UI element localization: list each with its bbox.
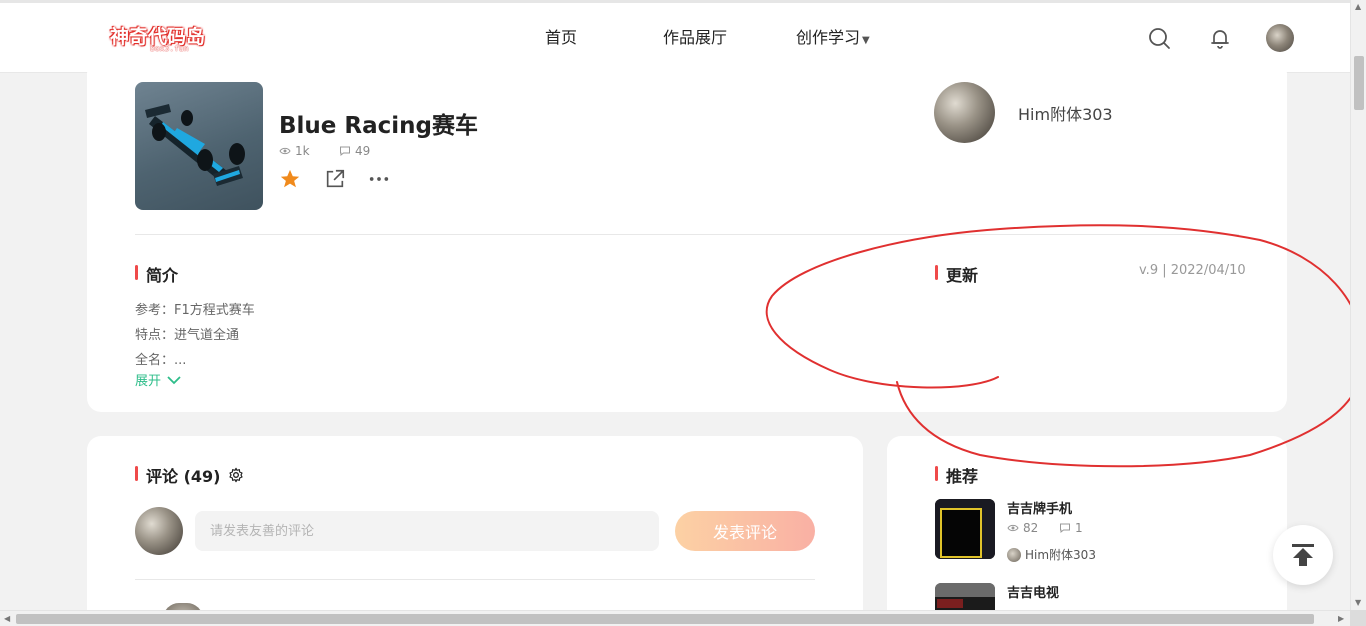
current-user-avatar bbox=[135, 507, 183, 555]
nav-home[interactable]: 首页 bbox=[545, 24, 577, 48]
scroll-up-icon[interactable]: ▲ bbox=[1355, 2, 1361, 11]
version-info: v.9 | 2022/04/10 bbox=[1139, 263, 1246, 278]
update-heading: 更新 bbox=[935, 262, 978, 286]
recommend-title[interactable]: 吉吉电视 bbox=[1007, 582, 1059, 601]
recommend-thumbnail[interactable] bbox=[935, 583, 995, 610]
comment-divider bbox=[135, 579, 815, 580]
tv-image bbox=[935, 583, 995, 610]
recommend-heading: 推荐 bbox=[935, 463, 978, 487]
recommend-author-avatar bbox=[1007, 547, 1021, 562]
race-car-image bbox=[145, 104, 245, 186]
comment-icon bbox=[1060, 523, 1070, 534]
comments-heading-text: 评论 (49) bbox=[146, 467, 221, 486]
recommend-title[interactable]: 吉吉牌手机 bbox=[1007, 498, 1072, 517]
scroll-down-icon[interactable]: ▼ bbox=[1355, 598, 1361, 607]
intro-heading: 简介 bbox=[135, 262, 178, 286]
views-stat: 1k bbox=[279, 144, 310, 158]
recommend-comments-count: 1 bbox=[1075, 521, 1083, 535]
section-divider bbox=[135, 234, 1239, 235]
star-icon[interactable] bbox=[279, 168, 301, 190]
project-thumbnail bbox=[135, 82, 263, 210]
horizontal-scrollbar[interactable]: ◀ ▶ bbox=[0, 610, 1350, 626]
phone-image bbox=[935, 499, 995, 559]
intro-line: 参考：F1方程式赛车 bbox=[135, 303, 255, 318]
author-avatar[interactable] bbox=[934, 82, 995, 143]
scrollbar-corner bbox=[1350, 610, 1366, 626]
recommend-author[interactable]: Him附体303 bbox=[1007, 546, 1096, 563]
vertical-scroll-thumb[interactable] bbox=[1354, 56, 1364, 110]
bell-icon[interactable] bbox=[1208, 26, 1232, 50]
views-count: 1k bbox=[295, 144, 310, 158]
comments-stat: 49 bbox=[339, 144, 370, 158]
expand-label: 展开 bbox=[135, 374, 162, 389]
recommend-thumbnail[interactable] bbox=[935, 499, 995, 559]
post-comment-button[interactable]: 发表评论 bbox=[675, 511, 815, 551]
nav-learning-label: 创作学习 bbox=[796, 28, 861, 47]
comment-input[interactable] bbox=[195, 511, 659, 551]
intro-line: 全名：... bbox=[135, 353, 187, 368]
site-logo[interactable]: 神奇代码岛 box3.fun bbox=[106, 20, 205, 54]
vertical-scrollbar[interactable]: ▲ ▼ bbox=[1350, 0, 1366, 610]
arrow-up-icon bbox=[1292, 544, 1314, 566]
intro-line: 特点：进气道全通 bbox=[135, 328, 240, 343]
logo-subtext: box3.fun bbox=[150, 44, 189, 53]
settings-gear-icon[interactable] bbox=[228, 467, 244, 483]
expand-button[interactable]: 展开 bbox=[135, 370, 181, 389]
recommend-comments: 1 bbox=[1059, 521, 1083, 535]
comments-heading: 评论 (49) bbox=[135, 463, 244, 487]
nav-gallery[interactable]: 作品展厅 bbox=[663, 24, 727, 48]
search-icon[interactable] bbox=[1147, 26, 1171, 50]
project-title: Blue Racing赛车 bbox=[279, 113, 478, 139]
user-avatar[interactable] bbox=[1266, 24, 1294, 52]
recommend-views-count: 82 bbox=[1023, 521, 1039, 535]
caret-down-icon: ▼ bbox=[862, 35, 870, 46]
eye-icon bbox=[279, 147, 291, 155]
recommend-views: 82 bbox=[1007, 521, 1038, 535]
chevron-down-icon bbox=[167, 375, 181, 384]
eye-icon bbox=[1007, 524, 1019, 532]
nav-learning[interactable]: 创作学习 ▼ bbox=[796, 24, 870, 48]
author-name[interactable]: Him附体303 bbox=[1018, 101, 1113, 125]
horizontal-scroll-thumb[interactable] bbox=[16, 614, 1314, 624]
browser-chrome-edge bbox=[0, 0, 1350, 3]
scroll-left-icon[interactable]: ◀ bbox=[4, 614, 10, 623]
recommend-author-name: Him附体303 bbox=[1025, 548, 1096, 562]
share-icon[interactable] bbox=[324, 168, 346, 190]
back-to-top-button[interactable] bbox=[1273, 525, 1333, 585]
comments-count: 49 bbox=[355, 144, 371, 158]
scroll-right-icon[interactable]: ▶ bbox=[1338, 614, 1344, 623]
comment-icon bbox=[340, 146, 350, 157]
more-icon[interactable] bbox=[368, 168, 390, 190]
